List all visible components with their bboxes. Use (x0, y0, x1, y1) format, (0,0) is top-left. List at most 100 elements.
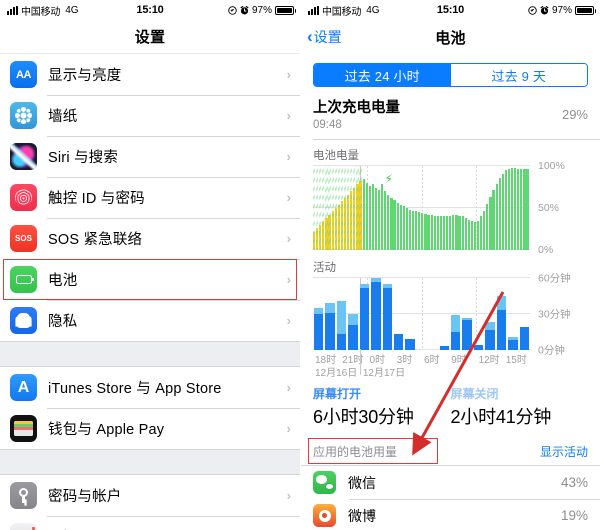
activity-chart-x-tick: 6时 (424, 355, 440, 366)
battery-icon (275, 5, 296, 15)
battery-usage-by-app-header: 应用的电池用量 显示活动 (301, 431, 600, 465)
activity-bar (382, 278, 393, 350)
sidebar-item-siri[interactable]: Siri 与搜索 › (0, 136, 300, 177)
sidebar-item-passwords[interactable]: 密码与帐户 › (0, 475, 300, 516)
activity-bar (507, 278, 518, 350)
app-battery-percent: 43% (560, 475, 588, 490)
app-name: 微信 (348, 474, 376, 491)
sidebar-item-privacy[interactable]: 隐私 › (0, 300, 300, 341)
activity-chart-x-tick: 9时 (451, 355, 467, 366)
battery-nav-bar: ‹ 设置 电池 (301, 20, 600, 54)
weibo-icon (313, 504, 336, 527)
sidebar-item-contacts[interactable]: 通讯录 › (0, 516, 300, 530)
contacts-icon (10, 523, 37, 530)
status-bar-left: 中国移动 4G 15:10 97% (0, 0, 300, 20)
tab-last-24-hours[interactable]: 过去 24 小时 (314, 64, 451, 86)
activity-bars (313, 278, 530, 350)
activity-chart-y-tick: 30分钟 (538, 308, 571, 321)
time-range-segmented-control-wrap: 过去 24 小时 过去 9 天 (301, 54, 600, 94)
activity-bar (359, 278, 370, 350)
show-activity-button[interactable]: 显示活动 (540, 443, 588, 460)
activity-bar (313, 278, 324, 350)
page-title: 电池 (435, 29, 466, 47)
sos-icon: SOS (10, 225, 37, 252)
settings-nav-bar: 设置 (0, 20, 300, 54)
activity-chart-y-axis: 0分钟 30分钟 60分钟 (532, 273, 588, 357)
battery-chart-y-tick: 0% (538, 244, 554, 256)
screen-usage-summary: 屏幕打开 6小时30分钟 屏幕关闭 2小时41分钟 (301, 379, 600, 431)
location-arrow-icon (528, 5, 537, 15)
sidebar-item-touch-id[interactable]: 触控 ID 与密码 › (0, 177, 300, 218)
privacy-hand-icon (10, 307, 37, 334)
activity-chart-block: 活动 0分钟 30分钟 60分钟 18时 21时 0时 3时 6时 9时 12时 15时 12月16… (301, 250, 600, 379)
activity-bar (347, 278, 358, 350)
battery-chart-y-tick: 50% (538, 202, 560, 214)
activity-bar (404, 278, 415, 350)
activity-chart-x-tick: 15时 (505, 355, 527, 366)
battery-level-chart: 0% 50% 100% ⚡ (313, 160, 588, 256)
passwords-accounts-icon (10, 482, 37, 509)
battery-level-bar (526, 166, 529, 250)
sidebar-item-label: 通讯录 (48, 526, 92, 530)
sidebar-item-itunes-store[interactable]: A iTunes Store 与 App Store › (0, 367, 300, 408)
siri-icon (10, 143, 37, 170)
list-group-separator (0, 449, 300, 475)
activity-bar (519, 278, 530, 350)
activity-bar (370, 278, 381, 350)
last-charge-title: 上次充电电量 (313, 100, 400, 116)
activity-bar (393, 278, 404, 350)
screen-on-stat: 屏幕打开 6小时30分钟 (313, 385, 451, 429)
chevron-left-icon: ‹ (307, 27, 313, 46)
settings-list: AA 显示与亮度 › 墙纸 › Siri 与搜索 › 触控 ID 与密码 › S… (0, 54, 300, 530)
clock-label: 15:10 (436, 4, 465, 16)
battery-usage-by-app-title: 应用的电池用量 (313, 445, 398, 459)
chevron-right-icon: › (286, 67, 291, 82)
chevron-right-icon: › (286, 272, 291, 287)
activity-bar (496, 278, 507, 350)
list-item[interactable]: 微信 43% (301, 466, 600, 499)
battery-chart-y-tick: 100% (538, 160, 565, 172)
sidebar-item-label: 显示与亮度 (48, 68, 122, 84)
page-title: 设置 (134, 29, 166, 46)
activity-chart-x-tick: 12时 (478, 355, 500, 366)
sidebar-item-label: SOS 紧急联络 (48, 232, 143, 248)
settings-list-pane: 中国移动 4G 15:10 97% 设置 AA 显示与亮度 › 墙纸 › Sir… (0, 0, 300, 530)
sidebar-item-wallpaper[interactable]: 墙纸 › (0, 95, 300, 136)
activity-bar (427, 278, 438, 350)
time-range-segmented-control[interactable]: 过去 24 小时 过去 9 天 (313, 63, 588, 87)
screen-off-stat: 屏幕关闭 2小时41分钟 (451, 385, 589, 429)
last-charge-time: 09:48 (313, 119, 342, 131)
chevron-right-icon: › (286, 231, 291, 246)
screen-off-value: 2小时41分钟 (450, 407, 552, 427)
sidebar-item-sos[interactable]: SOS SOS 紧急联络 › (0, 218, 300, 259)
location-arrow-icon (228, 5, 237, 15)
sidebar-item-label: 触控 ID 与密码 (48, 191, 145, 207)
battery-detail-pane: 中国移动 4G 15:10 97% ‹ 设置 电池 过去 24 小时 过去 9 … (300, 0, 600, 530)
list-group-separator (0, 341, 300, 367)
sidebar-item-label: 墙纸 (48, 109, 78, 125)
back-button[interactable]: ‹ 设置 (307, 20, 342, 54)
tab-last-9-days[interactable]: 过去 9 天 (450, 64, 587, 86)
back-button-label: 设置 (313, 29, 342, 45)
chevron-right-icon: › (286, 149, 291, 164)
activity-chart-date-label: 12月17日 (362, 368, 406, 379)
sidebar-item-battery[interactable]: 电池 › (0, 259, 300, 300)
activity-bar (439, 278, 450, 350)
battery-level-chart-block: 电池电量 0% 50% 100% ⚡ (301, 140, 600, 256)
status-bar-right: 中国移动 4G 15:10 97% (301, 0, 600, 20)
app-battery-percent: 19% (560, 508, 588, 523)
activity-chart-date-label: 12月16日 (315, 368, 358, 379)
clock-label: 15:10 (136, 4, 164, 16)
sidebar-item-display[interactable]: AA 显示与亮度 › (0, 54, 300, 95)
battery-chart-y-axis: 0% 50% 100% (532, 160, 588, 256)
activity-bar (336, 278, 347, 350)
activity-chart-y-tick: 60分钟 (538, 272, 571, 285)
sidebar-item-wallet[interactable]: 钱包与 Apple Pay › (0, 408, 300, 449)
battery-settings-icon (10, 266, 37, 293)
wechat-icon (313, 471, 336, 494)
activity-bar (324, 278, 335, 350)
list-item[interactable]: 微博 19% (301, 499, 600, 530)
screen-on-label: 屏幕打开 (313, 387, 362, 401)
sidebar-item-label: 隐私 (48, 314, 78, 330)
wallpaper-icon (10, 102, 37, 129)
